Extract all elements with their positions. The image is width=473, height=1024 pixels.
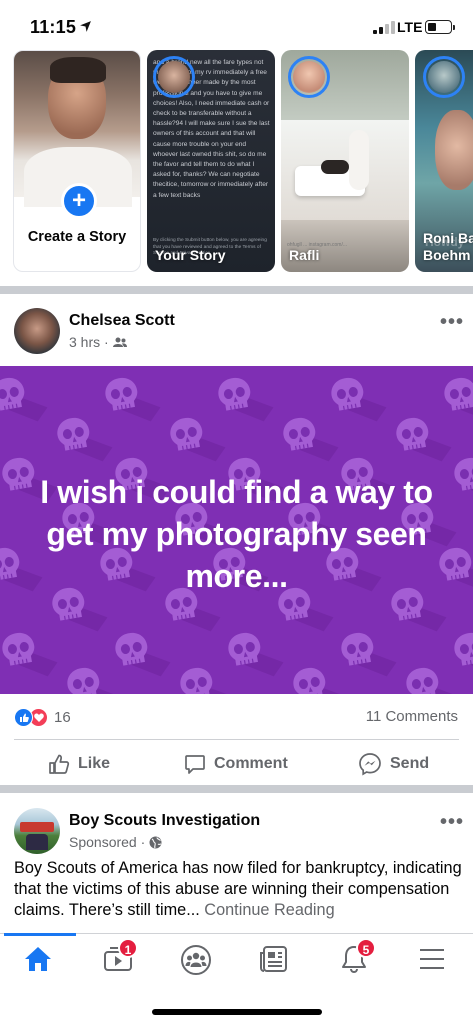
story-avatar	[153, 56, 195, 98]
globe-icon	[149, 836, 162, 848]
skull-icon	[0, 377, 48, 422]
status-bar: 11:15 LTE	[0, 0, 473, 46]
skull-icon	[454, 632, 473, 677]
post-options-icon[interactable]: •••	[440, 812, 464, 832]
home-indicator[interactable]	[152, 1009, 322, 1015]
comment-label: Comment	[214, 755, 288, 772]
skull-icon	[454, 457, 473, 502]
skull-icon	[105, 377, 161, 422]
like-button[interactable]: Like	[48, 750, 110, 778]
hamburger-menu-icon	[420, 949, 444, 969]
create-story-label: Create a Story	[27, 229, 127, 245]
skull-icon	[406, 667, 462, 694]
video-notification-badge: 1	[118, 938, 138, 958]
skull-icon	[57, 417, 113, 462]
reaction-count: 16	[54, 709, 71, 726]
comments-count[interactable]: 11 Comments	[366, 708, 458, 725]
comment-button[interactable]: Comment	[184, 750, 288, 778]
tab-watch[interactable]: 1	[102, 938, 142, 980]
network-type: LTE	[397, 19, 423, 35]
tab-home[interactable]	[22, 944, 62, 980]
battery-icon	[425, 20, 455, 34]
active-tab-indicator	[4, 933, 76, 936]
story-avatar	[288, 56, 330, 98]
story-card-roni[interactable]: Howdy Roni Ba Boehm	[415, 50, 473, 272]
news-icon	[260, 946, 287, 972]
skull-icon	[218, 377, 274, 422]
comment-icon	[185, 755, 205, 774]
sponsor-name[interactable]: Boy Scouts Investigation	[69, 812, 260, 830]
sponsor-avatar[interactable]	[14, 808, 60, 854]
section-divider	[0, 286, 473, 294]
sponsored-post-text: Boy Scouts of America has now filed for …	[14, 858, 464, 921]
like-label: Like	[78, 755, 111, 772]
skull-icon	[2, 632, 58, 677]
stories-tray: + Create a Story and a brand new all the…	[0, 48, 473, 278]
skull-icon	[180, 667, 236, 694]
skull-icon	[170, 417, 226, 462]
reaction-summary[interactable]: 16	[14, 708, 71, 727]
skull-icon	[115, 632, 171, 677]
friends-icon	[112, 337, 127, 347]
story-name: Rafli	[289, 247, 320, 263]
skull-icon	[341, 632, 397, 677]
post-options-icon[interactable]: •••	[440, 312, 464, 332]
send-button[interactable]: Send	[358, 750, 429, 778]
continue-reading-link[interactable]: Continue Reading	[200, 901, 334, 919]
messenger-icon	[359, 753, 381, 776]
sponsored-meta: Sponsored ·	[69, 834, 162, 850]
thumbs-up-icon	[49, 754, 70, 774]
like-reaction-icon	[14, 708, 33, 727]
skull-icon	[293, 667, 349, 694]
story-card-rafli[interactable]: ohfugll ... instagram.com/... Rafli	[281, 50, 409, 272]
groups-icon	[181, 945, 211, 975]
profile-photo	[14, 51, 140, 207]
skull-icon	[228, 632, 284, 677]
tab-groups[interactable]	[180, 944, 220, 980]
tab-menu[interactable]	[416, 944, 456, 980]
skull-icon	[283, 417, 339, 462]
post-meta: 3 hrs ·	[69, 334, 127, 350]
send-label: Send	[390, 755, 430, 772]
tab-news[interactable]	[258, 944, 298, 980]
create-story-card[interactable]: + Create a Story	[13, 50, 141, 272]
notification-badge: 5	[356, 938, 376, 958]
story-name: Roni Ba	[423, 230, 473, 246]
sponsored-label: Sponsored ·	[69, 834, 146, 850]
post-status-text: I wish i could find a way to get my phot…	[40, 474, 433, 594]
location-arrow-icon	[80, 21, 91, 32]
skull-icon	[396, 417, 452, 462]
story-name: Your Story	[155, 247, 226, 263]
status-time: 11:15	[30, 17, 77, 37]
home-icon	[25, 947, 51, 971]
skull-icon	[331, 377, 387, 422]
post-text-background: I wish i could find a way to get my phot…	[0, 366, 473, 694]
story-avatar	[423, 56, 465, 98]
add-story-icon[interactable]: +	[61, 183, 97, 219]
post-time: 3 hrs ·	[69, 334, 109, 350]
tab-notifications[interactable]: 5	[338, 938, 378, 980]
divider	[14, 739, 459, 740]
post-author[interactable]: Chelsea Scott	[69, 312, 175, 330]
signal-icon	[373, 21, 395, 34]
skull-icon	[67, 667, 123, 694]
skull-icon	[444, 377, 473, 422]
story-name-second-line: Boehm	[423, 247, 471, 263]
your-story-card[interactable]: and a brand new all the fare types not m…	[147, 50, 275, 272]
author-avatar[interactable]	[14, 308, 60, 354]
section-divider	[0, 785, 473, 793]
